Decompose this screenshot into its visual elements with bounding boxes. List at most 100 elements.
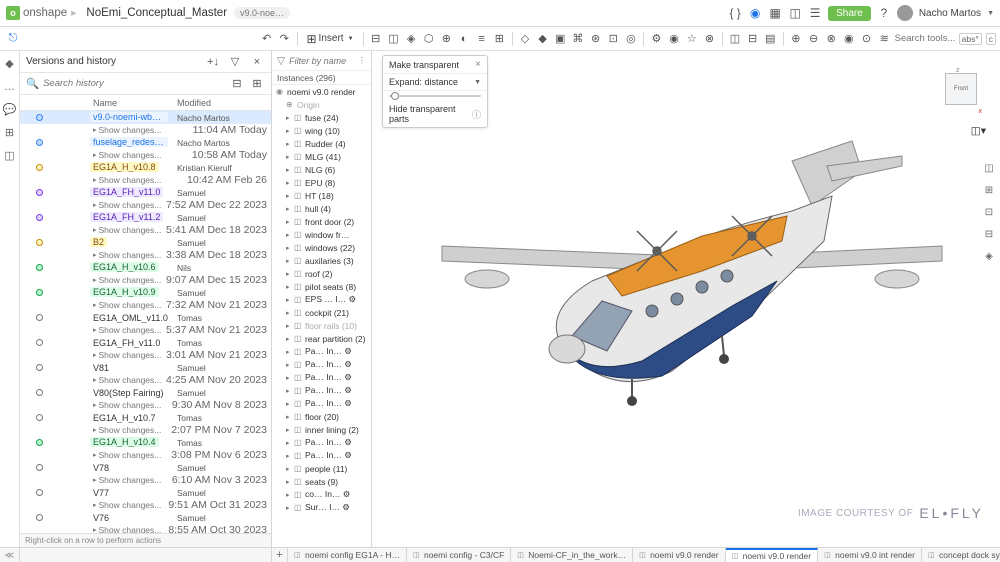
tab[interactable]: ◫Noemi-CF_in_the_work… — [511, 548, 633, 562]
tab[interactable]: ◫noemi config - C3/CF — [407, 548, 511, 562]
tool-icon[interactable]: ◉ — [842, 31, 857, 47]
tool-icon[interactable]: ⊡ — [606, 31, 621, 47]
rail-icon[interactable]: ⊞ — [3, 126, 16, 139]
version-row[interactable]: v9.0-noemi-wbothhull…Nacho Martos — [20, 111, 271, 124]
tree-item[interactable]: ▸◫auxilaries (3) — [272, 254, 371, 267]
rail-features-icon[interactable]: ◆ — [3, 57, 16, 70]
undo-icon[interactable]: ↶ — [259, 31, 274, 47]
rail-icon[interactable]: ◫ — [3, 149, 16, 162]
canvas-tool-icon[interactable]: ⊡ — [982, 205, 996, 219]
tool-icon[interactable]: ◫ — [728, 31, 743, 47]
user-avatar[interactable] — [897, 5, 913, 21]
version-row[interactable]: V80(Step Fairing)Samuel — [20, 386, 271, 399]
version-row[interactable]: EG1A_H_v10.4Tomas — [20, 436, 271, 449]
tree-item[interactable]: ▸◫Pa… In… ⚙ — [272, 345, 371, 358]
version-row[interactable]: EG1A_H_v10.9Samuel — [20, 286, 271, 299]
tab[interactable]: ◫noemi v9.0 render — [726, 548, 819, 562]
add-tab-button[interactable]: + — [272, 548, 288, 562]
tree-item[interactable]: ▸◫floor (20) — [272, 410, 371, 423]
tree-list[interactable]: ▸◫fuse (24)▸◫wing (10)▸◫Rudder (4)▸◫MLG … — [272, 111, 371, 547]
show-changes[interactable]: ▸Show changes... — [20, 224, 161, 236]
redo-icon[interactable]: ↷ — [277, 31, 292, 47]
version-row[interactable]: EG1A_H_v10.8Kristian Kierulf — [20, 161, 271, 174]
tree-item[interactable]: ▸◫wing (10) — [272, 124, 371, 137]
tab[interactable]: ◫noemi config EG1A - H… — [288, 548, 407, 562]
tree-item[interactable]: ▸◫seats (9) — [272, 475, 371, 488]
tree-item[interactable]: ▸◫floor rails (10) — [272, 319, 371, 332]
user-menu-caret-icon[interactable]: ▼ — [987, 10, 994, 17]
canvas[interactable]: Make transparent × Expand: distance ▼ Hi… — [372, 51, 1000, 547]
tree-item[interactable]: ▸◫fuse (24) — [272, 111, 371, 124]
tree-item[interactable]: ▸◫NLG (6) — [272, 163, 371, 176]
tree-item[interactable]: ▸◫MLG (41) — [272, 150, 371, 163]
canvas-tool-icon[interactable]: ⊟ — [982, 227, 996, 241]
show-changes[interactable]: ▸Show changes... — [20, 524, 161, 533]
canvas-tool-icon[interactable]: ◈ — [982, 249, 996, 263]
show-changes[interactable]: ▸Show changes... — [20, 424, 161, 436]
filter-icon[interactable]: ▽ — [277, 55, 285, 67]
tool-icon[interactable]: ⊛ — [588, 31, 603, 47]
tree-item[interactable]: ▸◫EPU (8) — [272, 176, 371, 189]
grid-icon[interactable]: ▦ — [768, 6, 782, 20]
show-changes[interactable]: ▸Show changes... — [20, 449, 161, 461]
tool-icon[interactable]: ⊗ — [702, 31, 717, 47]
version-row[interactable]: EG1A_OML_v11.0Tomas — [20, 311, 271, 324]
canvas-tool-icon[interactable]: ◫ — [982, 161, 996, 175]
tree-item[interactable]: ▸◫rear partition (2) — [272, 332, 371, 345]
tool-icon[interactable]: ◎ — [624, 31, 639, 47]
tree-origin[interactable]: ⊕ Origin — [272, 98, 371, 111]
show-changes[interactable]: ▸Show changes... — [20, 324, 161, 336]
dropdown-caret-icon[interactable]: ▼ — [474, 79, 481, 86]
bell-icon[interactable]: ◉ — [748, 6, 762, 20]
tree-menu-icon[interactable]: ⋮ — [358, 56, 366, 65]
version-row[interactable]: V81Samuel — [20, 361, 271, 374]
tool-icon[interactable]: ⊗ — [824, 31, 839, 47]
tool-icon[interactable]: ◐ — [457, 31, 472, 47]
tool-icon[interactable]: ⬡ — [421, 31, 436, 47]
help-icon[interactable]: ? — [877, 6, 891, 20]
search-tools-input[interactable] — [895, 33, 955, 44]
tree-item[interactable]: ▸◫HT (18) — [272, 189, 371, 202]
tool-icon[interactable]: ⊟ — [745, 31, 760, 47]
show-changes[interactable]: ▸Show changes... — [20, 349, 161, 361]
tool-icon[interactable]: ⊙ — [859, 31, 874, 47]
version-row[interactable]: V77Samuel — [20, 486, 271, 499]
tab[interactable]: ◫noemi v9.0 int render — [818, 548, 922, 562]
version-row[interactable]: B2Samuel — [20, 236, 271, 249]
share-button[interactable]: Share — [828, 6, 871, 21]
show-changes[interactable]: ▸Show changes... — [20, 499, 161, 511]
close-panel-icon[interactable]: × — [249, 54, 265, 70]
rail-icon[interactable]: … — [3, 80, 16, 93]
version-row[interactable]: fuselage_redesign_v1…Nacho Martos — [20, 136, 271, 149]
app-logo[interactable]: o onshape — [6, 6, 67, 20]
document-version-badge[interactable]: v9.0-noe… — [234, 7, 290, 19]
tab[interactable]: ◫noemi v9.0 render — [633, 548, 726, 562]
show-changes[interactable]: ▸Show changes... — [20, 199, 161, 211]
popup-close-icon[interactable]: × — [475, 59, 481, 70]
tool-icon[interactable]: ⊕ — [439, 31, 454, 47]
tree-item[interactable]: ▸◫Pa… In… ⚙ — [272, 358, 371, 371]
show-changes[interactable]: ▸Show changes... — [20, 274, 161, 286]
tree-item[interactable]: ▸◫hull (4) — [272, 202, 371, 215]
tree-item[interactable]: ▸◫Pa… In… ⚙ — [272, 397, 371, 410]
user-name[interactable]: Nacho Martos — [919, 8, 981, 19]
version-row[interactable]: EG1A_FH_v11.0Tomas — [20, 336, 271, 349]
tree-filter-input[interactable] — [289, 56, 354, 66]
collapse-all-icon[interactable]: ⊟ — [229, 76, 245, 92]
tree-item[interactable]: ▸◫people (11) — [272, 462, 371, 475]
show-changes[interactable]: ▸Show changes... — [20, 249, 161, 261]
versions-list[interactable]: v9.0-noemi-wbothhull…Nacho Martos▸Show c… — [20, 111, 271, 533]
tool-icon[interactable]: ⊟ — [368, 31, 383, 47]
version-row[interactable]: EG1A_H_v10.7Tomas — [20, 411, 271, 424]
doc-icon[interactable]: ◫ — [788, 6, 802, 20]
tree-item[interactable]: ▸◫roof (2) — [272, 267, 371, 280]
bracket-icon[interactable]: { } — [728, 6, 742, 20]
insert-button[interactable]: ⊞Insert▼ — [302, 32, 357, 46]
tree-root[interactable]: ◉ noemi v9.0 render — [272, 85, 371, 98]
tree-item[interactable]: ▸◫Pa… In… ⚙ — [272, 371, 371, 384]
version-row[interactable]: EG1A_FH_v11.0Samuel — [20, 186, 271, 199]
tool-icon[interactable]: ⊞ — [492, 31, 507, 47]
tree-item[interactable]: ▸◫cockpit (21) — [272, 306, 371, 319]
show-changes[interactable]: ▸Show changes... — [20, 124, 161, 136]
tool-icon[interactable]: ◇ — [518, 31, 533, 47]
